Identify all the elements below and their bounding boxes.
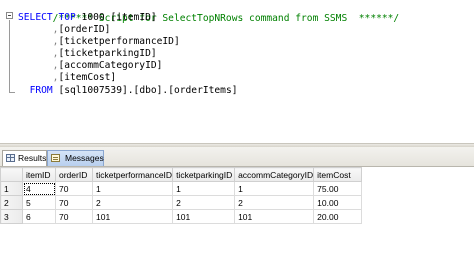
column-header[interactable]: itemID	[22, 167, 56, 182]
code-line-column: ,[accommCategoryID]	[18, 60, 163, 72]
ssms-query-window: /****** Script for SelectTopNRows comman…	[0, 0, 474, 271]
table-cell[interactable]: 10.00	[313, 195, 363, 210]
from-keyword: FROM	[29, 85, 53, 96]
top-keyword: TOP	[58, 12, 76, 23]
row-number[interactable]: 3	[0, 209, 23, 224]
select-keyword: SELECT	[18, 12, 53, 23]
results-tab-bar: Results Messages	[0, 147, 474, 167]
table-cell[interactable]: 6	[22, 209, 56, 224]
code-line-select: SELECT TOP 1000 [itemID]	[18, 12, 157, 24]
column-header[interactable]: ticketperformanceID	[91, 167, 174, 182]
table-row: 3 6 70 101 101 101 20.00	[0, 209, 363, 224]
column-itemcost: [itemCost]	[58, 72, 117, 83]
table-cell[interactable]: 101	[172, 209, 236, 224]
tab-results-label: Results	[18, 153, 47, 163]
code-line-column: ,[itemCost]	[18, 72, 117, 84]
top-value: 1000	[81, 12, 105, 23]
column-orderid: [orderID]	[58, 24, 111, 35]
table-cell[interactable]: 4	[22, 181, 56, 196]
outline-guide-end	[9, 92, 15, 93]
code-line-column: ,[ticketperformanceID]	[18, 36, 180, 48]
column-header[interactable]: accommCategoryID	[234, 167, 315, 182]
grid-icon	[6, 154, 15, 162]
table-cell[interactable]: 70	[55, 209, 93, 224]
table-cell[interactable]: 2	[234, 195, 315, 210]
table-cell[interactable]: 1	[172, 181, 236, 196]
table-cell[interactable]: 2	[172, 195, 236, 210]
column-accommcategoryid: [accommCategoryID]	[58, 60, 163, 71]
tab-messages-label: Messages	[65, 153, 104, 163]
table-row: 2 5 70 2 2 2 10.00	[0, 195, 363, 210]
tab-messages[interactable]: Messages	[47, 150, 104, 166]
column-ticketperformanceid: [ticketperformanceID]	[58, 36, 180, 47]
table-row: 1 4 70 1 1 1 75.00	[0, 181, 363, 196]
table-cell[interactable]: 70	[55, 181, 93, 196]
collapse-outline-icon[interactable]	[6, 12, 13, 19]
column-ticketparkingid: [ticketparkingID]	[58, 48, 157, 59]
column-header[interactable]: orderID	[55, 167, 93, 182]
table-cell[interactable]: 1	[234, 181, 315, 196]
query-editor[interactable]: /****** Script for SelectTopNRows comman…	[0, 0, 474, 147]
messages-icon	[51, 154, 60, 162]
outline-guide	[9, 20, 10, 92]
header-row: itemID orderID ticketperformanceID ticke…	[0, 167, 363, 182]
table-cell[interactable]: 101	[234, 209, 315, 224]
column-itemid: [itemID]	[110, 12, 157, 23]
code-line-column: ,[ticketparkingID]	[18, 48, 157, 60]
table-cell[interactable]: 75.00	[313, 181, 363, 196]
table-cell[interactable]: 20.00	[313, 209, 363, 224]
results-grid[interactable]: itemID orderID ticketperformanceID ticke…	[0, 167, 474, 271]
table-cell[interactable]: 2	[91, 195, 174, 210]
table-cell[interactable]: 101	[91, 209, 174, 224]
tab-results[interactable]: Results	[2, 150, 47, 166]
code-line-from: FROM [sql1007539].[dbo].[orderItems]	[18, 85, 238, 97]
column-header[interactable]: itemCost	[313, 167, 363, 182]
code-line-column: ,[orderID]	[18, 24, 111, 36]
from-table: [sql1007539].[dbo].[orderItems]	[58, 85, 238, 96]
row-number[interactable]: 2	[0, 195, 23, 210]
table-cell[interactable]: 70	[55, 195, 93, 210]
results-table: itemID orderID ticketperformanceID ticke…	[0, 167, 363, 224]
table-cell[interactable]: 1	[91, 181, 174, 196]
grid-corner[interactable]	[0, 167, 23, 182]
row-number[interactable]: 1	[0, 181, 23, 196]
column-header[interactable]: ticketparkingID	[172, 167, 236, 182]
table-cell[interactable]: 5	[22, 195, 56, 210]
